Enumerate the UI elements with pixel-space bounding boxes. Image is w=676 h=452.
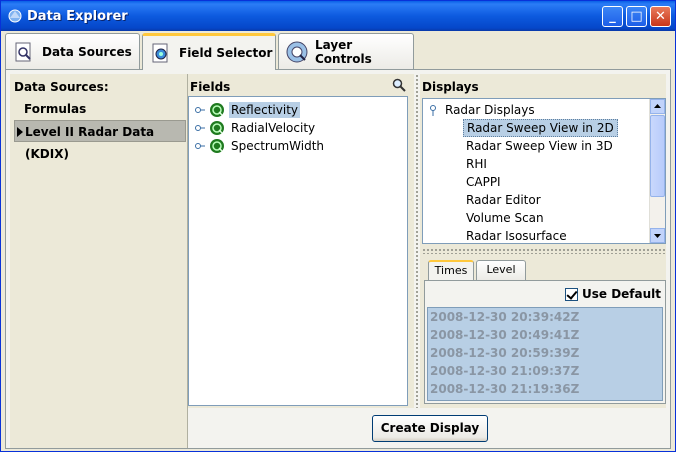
field-item[interactable]: SpectrumWidth bbox=[195, 137, 326, 155]
app-icon bbox=[8, 9, 22, 23]
field-selector-panel: Data Sources: Formulas Level II Radar Da… bbox=[5, 69, 671, 449]
search-icon[interactable] bbox=[392, 78, 406, 92]
display-item[interactable]: Radar Editor bbox=[463, 191, 544, 209]
title-bar[interactable]: Data Explorer _ □ ✕ bbox=[1, 1, 675, 31]
fields-label: Fields bbox=[190, 80, 231, 94]
tab-field-selector[interactable]: Field Selector bbox=[142, 33, 276, 70]
data-sources-pane: Data Sources: Formulas Level II Radar Da… bbox=[10, 74, 188, 448]
layer-controls-icon bbox=[286, 41, 308, 62]
field-item[interactable]: RadialVelocity bbox=[195, 119, 317, 137]
display-item-selected[interactable]: Radar Sweep View in 2D bbox=[463, 119, 618, 137]
tab-label: Data Sources bbox=[42, 44, 132, 59]
displays-root[interactable]: Radar Displays bbox=[429, 103, 535, 117]
fields-pane: Fields Reflectivity RadialVelocity Spect… bbox=[188, 74, 414, 408]
tree-node-icon bbox=[430, 105, 436, 116]
display-item[interactable]: CAPPI bbox=[463, 173, 504, 191]
displays-label: Displays bbox=[422, 80, 479, 94]
tab-label: Layer Controls bbox=[314, 37, 372, 66]
time-item[interactable]: 2008-12-30 20:49:41Z bbox=[428, 326, 662, 344]
tree-node-icon bbox=[195, 107, 205, 113]
field-label: SpectrumWidth bbox=[231, 139, 325, 153]
times-list[interactable]: 2008-12-30 20:39:42Z 2008-12-30 20:49:41… bbox=[427, 307, 663, 401]
data-sources-label: Data Sources: bbox=[14, 80, 109, 94]
scroll-thumb[interactable] bbox=[650, 115, 665, 197]
time-item[interactable]: 2008-12-30 20:39:42Z bbox=[428, 308, 662, 326]
field-label: RadialVelocity bbox=[231, 121, 316, 135]
use-default-checkbox[interactable]: Use Default bbox=[564, 287, 661, 301]
minimize-button[interactable]: _ bbox=[602, 6, 623, 27]
display-item[interactable]: Radar Isosurface bbox=[463, 227, 570, 243]
tab-times[interactable]: Times bbox=[428, 260, 474, 280]
data-source-label: Level II Radar Data (KDIX) bbox=[25, 125, 155, 161]
tab-level[interactable]: Level bbox=[476, 260, 526, 280]
field-icon bbox=[210, 121, 224, 135]
data-source-item[interactable]: Formulas bbox=[14, 98, 186, 120]
tree-node-icon bbox=[195, 143, 205, 149]
field-icon bbox=[210, 103, 224, 117]
tree-node-icon bbox=[195, 125, 205, 131]
data-source-label: Formulas bbox=[24, 102, 87, 116]
display-item[interactable]: Radar Sweep View in 3D bbox=[463, 137, 616, 155]
maximize-button[interactable]: □ bbox=[626, 6, 647, 27]
window-title: Data Explorer bbox=[27, 9, 128, 24]
data-sources-icon bbox=[15, 42, 31, 61]
field-item[interactable]: Reflectivity bbox=[195, 101, 301, 119]
data-explorer-window: Data Explorer _ □ ✕ Data Sources Field S… bbox=[0, 0, 676, 452]
display-item[interactable]: RHI bbox=[463, 155, 490, 173]
tab-layer-controls[interactable]: Layer Controls bbox=[278, 33, 414, 69]
field-icon bbox=[210, 139, 224, 153]
scroll-up-icon[interactable] bbox=[650, 99, 665, 114]
tab-label: Field Selector bbox=[179, 46, 273, 60]
display-item[interactable]: Volume Scan bbox=[463, 209, 547, 227]
time-item[interactable]: 2008-12-30 21:19:36Z bbox=[428, 380, 662, 398]
field-selector-icon bbox=[152, 43, 168, 63]
time-item[interactable]: 2008-12-30 20:59:39Z bbox=[428, 344, 662, 362]
scroll-down-icon[interactable] bbox=[650, 228, 665, 243]
data-source-item-selected[interactable]: Level II Radar Data (KDIX) bbox=[14, 120, 186, 161]
fields-tree[interactable]: Reflectivity RadialVelocity SpectrumWidt… bbox=[188, 96, 408, 406]
create-display-button[interactable]: Create Display bbox=[372, 415, 488, 442]
displays-pane: Displays Radar Displays Radar Sweep View… bbox=[420, 74, 666, 408]
displays-tree[interactable]: Radar Displays Radar Sweep View in 2D Ra… bbox=[422, 98, 666, 244]
displays-root-label: Radar Displays bbox=[445, 103, 535, 117]
checkbox-checked-icon[interactable] bbox=[564, 287, 578, 301]
times-panel: Use Default 2008-12-30 20:39:42Z 2008-12… bbox=[424, 280, 666, 404]
close-button[interactable]: ✕ bbox=[650, 6, 671, 27]
tab-data-sources[interactable]: Data Sources bbox=[5, 33, 140, 69]
field-label: Reflectivity bbox=[229, 102, 301, 118]
displays-scrollbar[interactable] bbox=[649, 99, 665, 243]
use-default-label: Use Default bbox=[581, 287, 661, 301]
horizontal-splitter[interactable] bbox=[422, 248, 666, 254]
time-item[interactable]: 2008-12-30 21:09:37Z bbox=[428, 362, 662, 380]
expand-arrow-icon bbox=[17, 127, 23, 137]
